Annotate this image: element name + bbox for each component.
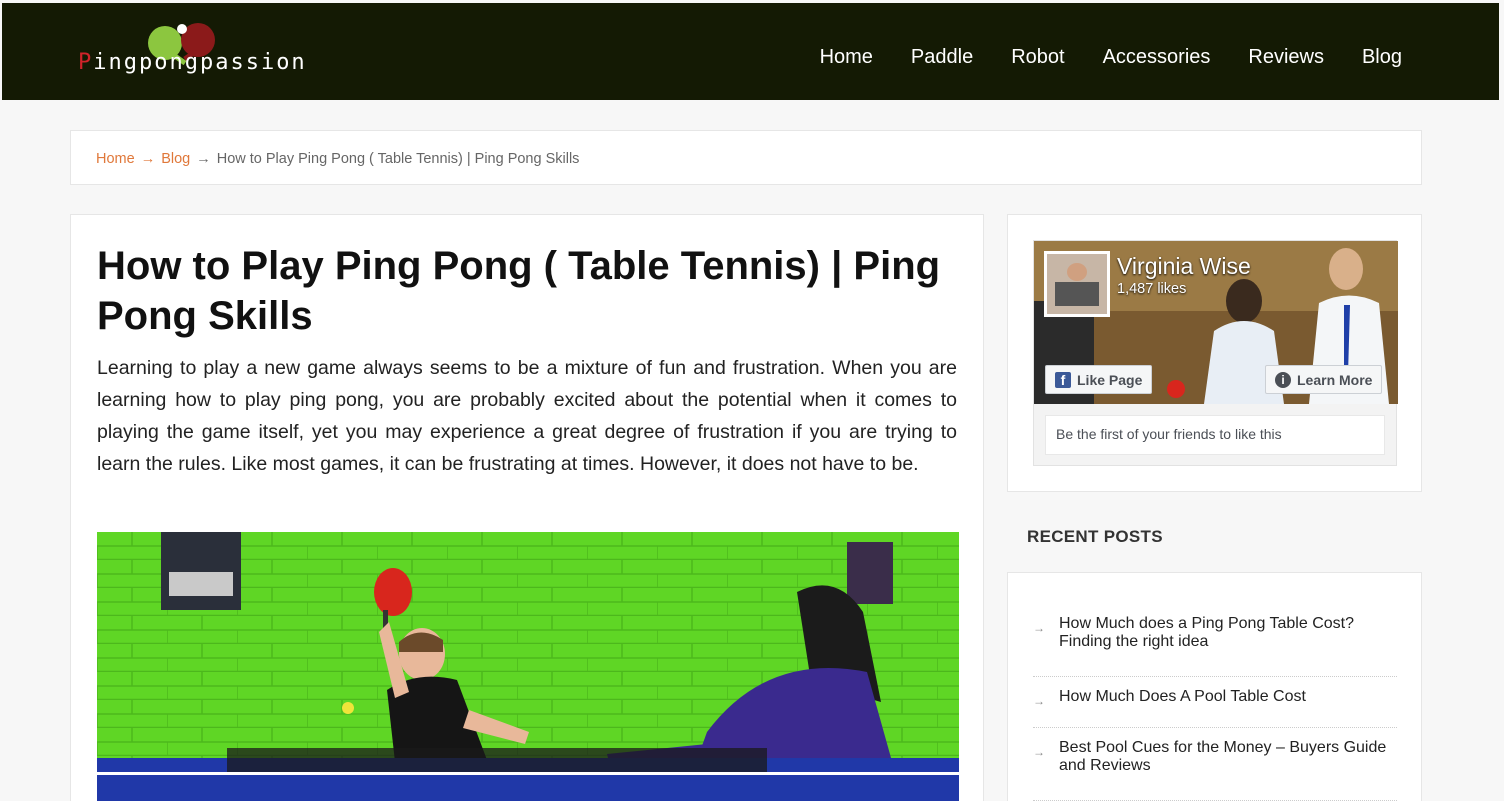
breadcrumb-box: Home → Blog → How to Play Ping Pong ( Table … [70,130,1422,185]
facebook-page-avatar[interactable] [1044,251,1110,317]
like-page-label: Like Page [1077,371,1143,388]
facebook-cover-image[interactable]: Virginia Wise 1,487 likes f Like Page i … [1034,241,1398,404]
info-icon: i [1275,371,1291,388]
breadcrumb-separator: → [196,151,211,167]
article-title: How to Play Ping Pong ( Table Tennis) | … [97,244,941,338]
facebook-icon: f [1055,371,1071,388]
breadcrumb-separator: → [140,151,156,167]
breadcrumb: Home → Blog → How to Play Ping Pong ( Table … [96,151,579,167]
facebook-like-page-button[interactable]: f Like Page [1045,365,1153,394]
facebook-page-plugin: Virginia Wise 1,487 likes f Like Page i … [1033,240,1398,466]
recent-post-link[interactable]: How Much Does A Pool Table Cost [1059,688,1306,705]
main-nav: Home Paddle Robot Accessories Reviews Bl… [782,46,1402,69]
list-item: → Best Pool Cues for the Money – Buyers … [1033,739,1397,801]
article-intro: Learning to play a new game always seems… [97,357,957,475]
breadcrumb-current: How to Play Ping Pong ( Table Tennis) | … [216,151,580,167]
recent-posts-heading: RECENT POSTS [1027,527,1163,546]
nav-robot[interactable]: Robot [1011,46,1064,69]
site-logo[interactable]: Pingpongpassion [78,23,323,83]
nav-blog[interactable]: Blog [1362,46,1402,69]
article-card: How to Play Ping Pong ( Table Tennis) | … [70,214,984,801]
nav-accessories[interactable]: Accessories [1103,46,1211,69]
recent-post-link[interactable]: How Much does a Ping Pong Table Cost? Fi… [1059,615,1354,650]
facebook-page-name[interactable]: Virginia Wise [1117,253,1251,280]
facebook-friends-text: Be the first of your friends to like thi… [1045,415,1385,455]
logo-text: Pingpongpassion [78,50,307,75]
site-header: Pingpongpassion Home Paddle Robot Access… [2,3,1499,100]
breadcrumb-home[interactable]: Home [96,151,135,167]
arrow-right-icon: → [1033,745,1045,759]
list-item: → How Much Does A Pool Table Cost [1033,688,1397,728]
learn-more-label: Learn More [1297,371,1373,388]
article-photo [97,532,959,801]
arrow-right-icon: → [1033,694,1045,708]
list-item: → How Much does a Ping Pong Table Cost? … [1033,615,1397,677]
arrow-right-icon: → [1033,621,1045,635]
nav-home[interactable]: Home [820,46,873,69]
breadcrumb-blog[interactable]: Blog [161,151,190,167]
recent-post-link[interactable]: Best Pool Cues for the Money – Buyers Gu… [1059,739,1386,774]
recent-posts-list: → How Much does a Ping Pong Table Cost? … [1007,572,1422,801]
facebook-likes-count: 1,487 likes [1117,281,1187,297]
facebook-learn-more-button[interactable]: i Learn More [1265,365,1383,394]
nav-paddle[interactable]: Paddle [911,46,973,69]
nav-reviews[interactable]: Reviews [1248,46,1324,69]
facebook-widget: Virginia Wise 1,487 likes f Like Page i … [1007,214,1422,492]
